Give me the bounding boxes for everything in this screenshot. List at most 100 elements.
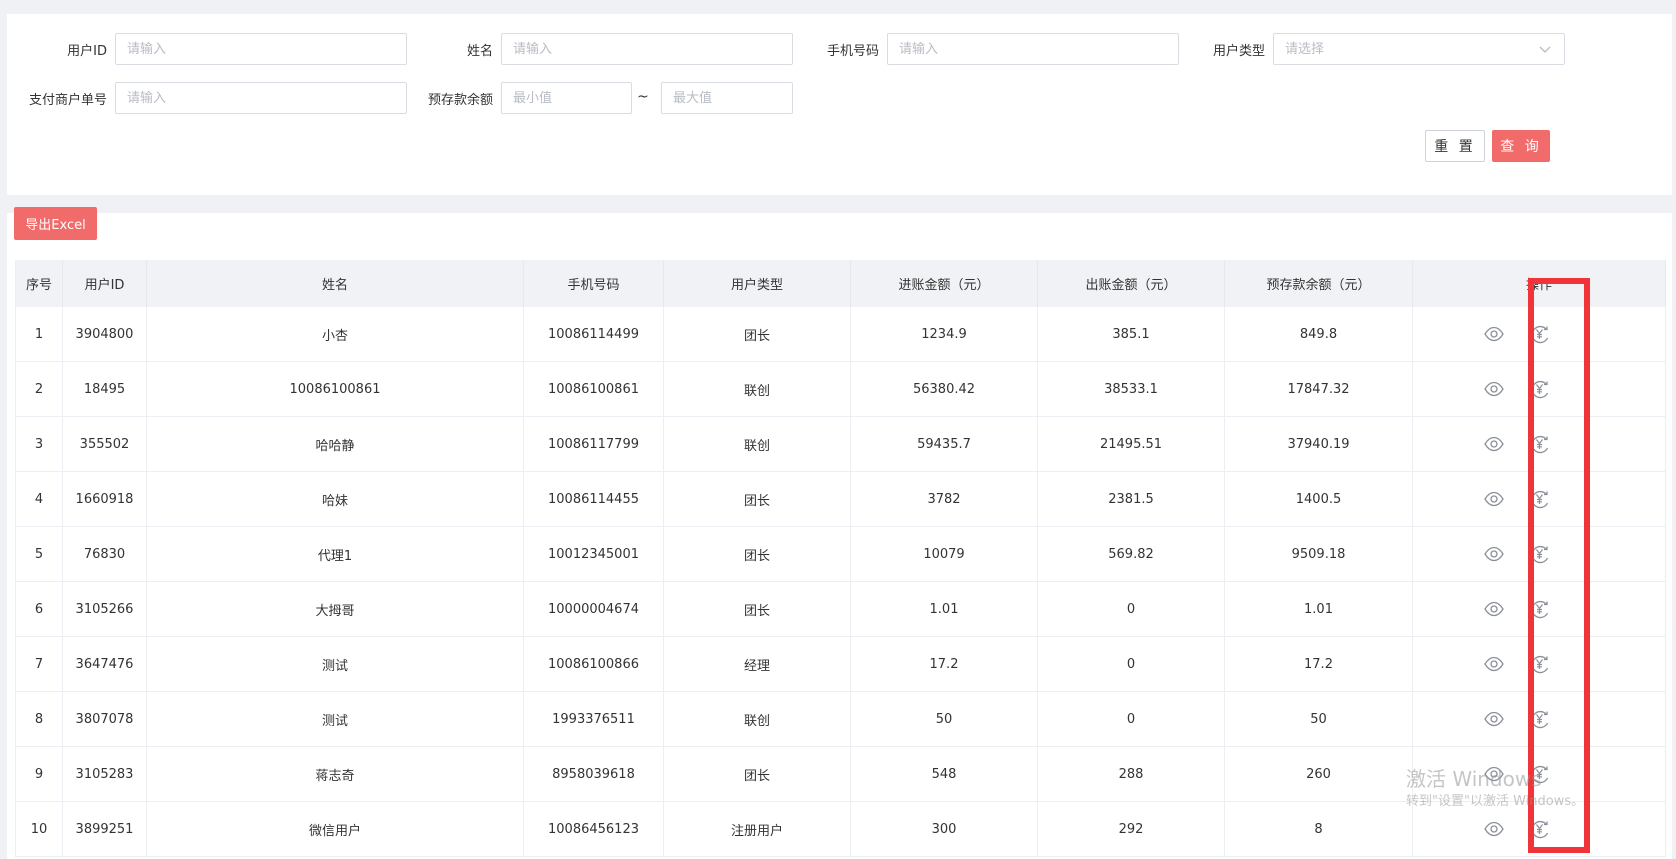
cell-deposit-balance: 37940.19	[1224, 416, 1413, 472]
yuan-refund-icon[interactable]	[1529, 433, 1551, 455]
user-id-input[interactable]	[115, 33, 407, 65]
cell-index: 6	[15, 581, 63, 637]
cell-expense: 0	[1037, 581, 1225, 637]
col-header-user-type: 用户类型	[663, 260, 851, 307]
cell-user-type: 联创	[663, 691, 851, 747]
cell-phone: 8958039618	[523, 746, 664, 802]
view-eye-icon[interactable]	[1483, 323, 1505, 345]
col-header-income: 进账金额（元）	[850, 260, 1038, 307]
cell-user-id: 3105283	[62, 746, 147, 802]
export-excel-button[interactable]: 导出Excel	[14, 207, 97, 240]
yuan-refund-icon[interactable]	[1529, 653, 1551, 675]
cell-phone: 10086114499	[523, 307, 664, 362]
deposit-min-input[interactable]	[501, 82, 632, 114]
table-row: 7 3647476 测试 10086100866 经理 17.2 0 17.2	[15, 636, 1666, 692]
cell-name: 10086100861	[146, 361, 524, 417]
view-eye-icon[interactable]	[1483, 818, 1505, 840]
cell-name: 代理1	[146, 526, 524, 582]
cell-expense: 21495.51	[1037, 416, 1225, 472]
cell-expense: 292	[1037, 801, 1225, 857]
user-type-select-input[interactable]	[1273, 33, 1565, 65]
cell-actions	[1412, 636, 1666, 692]
cell-user-id: 355502	[62, 416, 147, 472]
table-row: 4 1660918 哈妹 10086114455 团长 3782 2381.5 1400.5	[15, 471, 1666, 527]
cell-income: 56380.42	[850, 361, 1038, 417]
users-table: 序号 用户ID 姓名 手机号码 用户类型 进账金额（元） 出账金额（元） 预存款…	[15, 260, 1666, 857]
user-id-label: 用户ID	[67, 44, 107, 59]
deposit-max-input[interactable]	[661, 82, 793, 114]
col-header-user-id: 用户ID	[62, 260, 147, 307]
yuan-refund-icon[interactable]	[1529, 598, 1551, 620]
merchant-order-label: 支付商户单号	[28, 93, 107, 108]
cell-income: 1234.9	[850, 307, 1038, 362]
merchant-order-input[interactable]	[115, 82, 407, 114]
deposit-balance-label: 预存款余额	[427, 93, 493, 108]
cell-index: 10	[15, 801, 63, 857]
col-header-name: 姓名	[146, 260, 524, 307]
yuan-refund-icon[interactable]	[1529, 763, 1551, 785]
cell-deposit-balance: 1400.5	[1224, 471, 1413, 527]
query-button[interactable]: 查 询	[1492, 130, 1550, 162]
yuan-refund-icon[interactable]	[1529, 488, 1551, 510]
table-row: 10 3899251 微信用户 10086456123 注册用户 300 292 8	[15, 801, 1666, 857]
cell-actions	[1412, 801, 1666, 857]
cell-income: 300	[850, 801, 1038, 857]
cell-name: 微信用户	[146, 801, 524, 857]
cell-user-id: 3105266	[62, 581, 147, 637]
cell-income: 59435.7	[850, 416, 1038, 472]
cell-name: 测试	[146, 636, 524, 692]
cell-phone: 1993376511	[523, 691, 664, 747]
cell-user-id: 76830	[62, 526, 147, 582]
yuan-refund-icon[interactable]	[1529, 708, 1551, 730]
cell-income: 50	[850, 691, 1038, 747]
yuan-refund-icon[interactable]	[1529, 323, 1551, 345]
cell-expense: 2381.5	[1037, 471, 1225, 527]
name-input[interactable]	[501, 33, 793, 65]
view-eye-icon[interactable]	[1483, 378, 1505, 400]
cell-user-id: 3807078	[62, 691, 147, 747]
cell-actions	[1412, 361, 1666, 417]
cell-actions	[1412, 416, 1666, 472]
phone-input[interactable]	[887, 33, 1179, 65]
phone-label: 手机号码	[826, 44, 879, 59]
range-separator: ~	[637, 89, 649, 105]
cell-expense: 0	[1037, 636, 1225, 692]
cell-deposit-balance: 849.8	[1224, 307, 1413, 362]
view-eye-icon[interactable]	[1483, 543, 1505, 565]
user-type-select[interactable]	[1273, 33, 1565, 65]
view-eye-icon[interactable]	[1483, 763, 1505, 785]
cell-user-type: 联创	[663, 416, 851, 472]
cell-income: 10079	[850, 526, 1038, 582]
cell-name: 小杏	[146, 307, 524, 362]
search-panel: 用户ID 姓名 手机号码 用户类型 支付商户单号 预存款余额 ~ 重 置 查 询	[7, 14, 1672, 195]
col-header-deposit-balance: 预存款余额（元）	[1224, 260, 1413, 307]
cell-index: 1	[15, 307, 63, 362]
cell-user-id: 3647476	[62, 636, 147, 692]
reset-button[interactable]: 重 置	[1425, 130, 1485, 162]
view-eye-icon[interactable]	[1483, 433, 1505, 455]
yuan-refund-icon[interactable]	[1529, 378, 1551, 400]
yuan-refund-icon[interactable]	[1529, 543, 1551, 565]
cell-user-type: 经理	[663, 636, 851, 692]
cell-actions	[1412, 526, 1666, 582]
view-eye-icon[interactable]	[1483, 598, 1505, 620]
yuan-refund-icon[interactable]	[1529, 818, 1551, 840]
cell-deposit-balance: 1.01	[1224, 581, 1413, 637]
view-eye-icon[interactable]	[1483, 488, 1505, 510]
cell-index: 7	[15, 636, 63, 692]
cell-deposit-balance: 260	[1224, 746, 1413, 802]
cell-income: 1.01	[850, 581, 1038, 637]
table-panel: 导出Excel 序号 用户ID 姓名 手机号码 用户类型 进账金额（元） 出账金…	[7, 207, 1672, 859]
view-eye-icon[interactable]	[1483, 708, 1505, 730]
cell-actions	[1412, 691, 1666, 747]
view-eye-icon[interactable]	[1483, 653, 1505, 675]
cell-phone: 10086117799	[523, 416, 664, 472]
cell-user-type: 团长	[663, 746, 851, 802]
cell-phone: 10086114455	[523, 471, 664, 527]
cell-user-type: 注册用户	[663, 801, 851, 857]
cell-actions	[1412, 746, 1666, 802]
cell-expense: 0	[1037, 691, 1225, 747]
cell-deposit-balance: 8	[1224, 801, 1413, 857]
col-header-phone: 手机号码	[523, 260, 664, 307]
cell-user-type: 团长	[663, 471, 851, 527]
